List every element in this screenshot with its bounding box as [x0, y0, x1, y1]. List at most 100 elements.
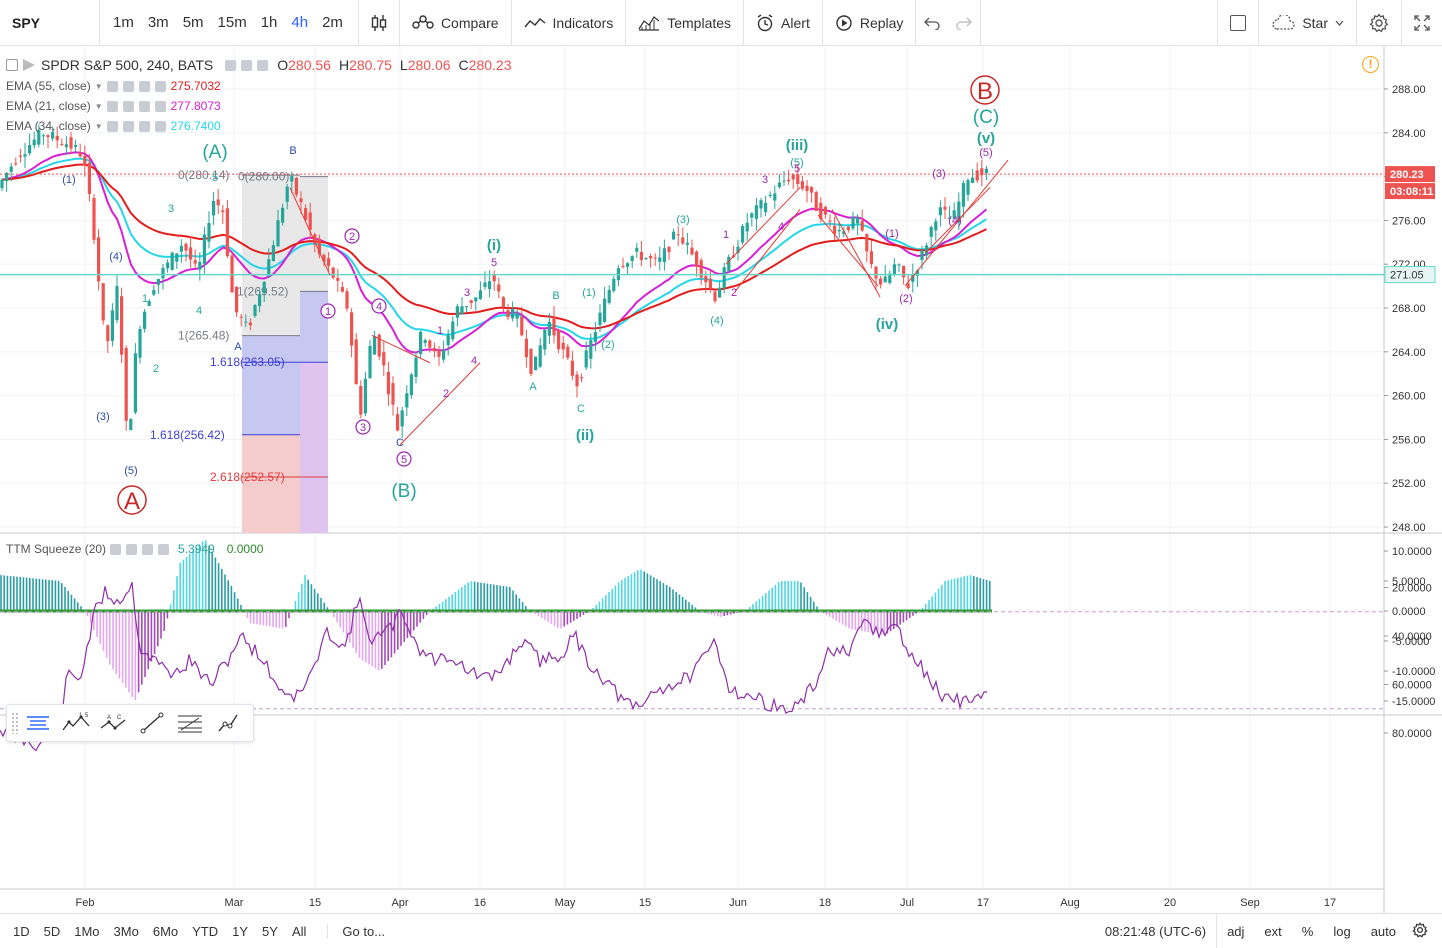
- percent-toggle[interactable]: %: [1292, 924, 1324, 939]
- range-1mo[interactable]: 1Mo: [67, 924, 106, 939]
- replay-button[interactable]: Replay: [823, 0, 917, 46]
- wave-label-small: A: [234, 341, 242, 353]
- gear-icon: [1369, 12, 1389, 32]
- settings-small-icon[interactable]: [122, 80, 134, 92]
- candle-body: [110, 310, 114, 341]
- candle-body: [676, 234, 680, 236]
- study-legend-ema34[interactable]: EMA (34, close) ▼ 276.7400: [6, 119, 221, 133]
- layout-button[interactable]: Star: [1259, 0, 1357, 46]
- candle-body: [943, 206, 947, 210]
- interval-3m[interactable]: 3m: [141, 14, 176, 31]
- warning-icon[interactable]: !: [1362, 56, 1379, 73]
- range-1d[interactable]: 1D: [6, 924, 37, 939]
- candle-body: [524, 338, 528, 358]
- candle-body: [879, 278, 883, 285]
- range-all[interactable]: All: [285, 924, 313, 939]
- favorites-menu-button[interactable]: [19, 705, 57, 741]
- interval-5m[interactable]: 5m: [176, 14, 211, 31]
- candle-body: [667, 246, 671, 253]
- chart-area[interactable]: Feb Mar 15 Apr 16 May 15 Jun 18 Jul 17 Aug 20 Sep 1728…: [0, 46, 1442, 913]
- more-icon[interactable]: [154, 80, 166, 92]
- goto-button[interactable]: Go to...: [327, 923, 385, 939]
- fullscreen-layout-button[interactable]: [1217, 0, 1260, 46]
- chart-style-button[interactable]: [359, 0, 400, 46]
- close-icon[interactable]: [138, 120, 150, 132]
- eye-icon[interactable]: [106, 100, 118, 112]
- elliott-correction-tool[interactable]: AC: [95, 705, 133, 741]
- clock-timezone[interactable]: 08:21:48 (UTC-6): [1095, 913, 1218, 948]
- study-value: 277.8073: [170, 99, 221, 113]
- undo-button[interactable]: [916, 0, 948, 46]
- settings-small-icon[interactable]: [126, 543, 138, 555]
- interval-1h[interactable]: 1h: [254, 14, 285, 31]
- eye-icon[interactable]: [110, 543, 122, 555]
- fib-retracement-tool[interactable]: [171, 705, 209, 741]
- wave-label-small: (4): [948, 215, 961, 227]
- candle-body: [506, 310, 510, 318]
- auto-toggle[interactable]: auto: [1361, 924, 1406, 939]
- collapse-icon[interactable]: [6, 59, 18, 71]
- range-1y[interactable]: 1Y: [225, 924, 255, 939]
- eye-icon[interactable]: [225, 59, 237, 71]
- range-ytd[interactable]: YTD: [185, 924, 225, 939]
- candle-body: [106, 325, 110, 342]
- interval-15m[interactable]: 15m: [211, 14, 254, 31]
- drag-handle[interactable]: [11, 712, 19, 734]
- redo-button[interactable]: [948, 0, 982, 46]
- candle-body: [340, 286, 344, 292]
- compare-button[interactable]: Compare: [400, 0, 512, 46]
- close-icon[interactable]: [142, 543, 154, 555]
- range-3mo[interactable]: 3Mo: [107, 924, 146, 939]
- wave-label-small: 3: [762, 174, 768, 186]
- alert-button[interactable]: Alert: [744, 0, 823, 46]
- compare-label: Compare: [440, 14, 499, 31]
- more-icon[interactable]: [154, 120, 166, 132]
- more-icon[interactable]: [257, 59, 269, 71]
- elliott-impulse-tool[interactable]: 15: [57, 705, 95, 741]
- settings-button[interactable]: [1406, 921, 1442, 941]
- ext-toggle[interactable]: ext: [1254, 924, 1291, 939]
- indicators-button[interactable]: Indicators: [512, 0, 627, 46]
- settings-small-icon[interactable]: [122, 120, 134, 132]
- time-axis-label: 15: [639, 897, 651, 909]
- fib-level-label: 0(280.14): [178, 168, 229, 182]
- range-5d[interactable]: 5D: [37, 924, 68, 939]
- adj-toggle[interactable]: adj: [1217, 924, 1254, 939]
- candle-body: [515, 312, 519, 319]
- candle-body: [846, 226, 850, 231]
- study-legend-ema21[interactable]: EMA (21, close) ▼ 277.8073: [6, 99, 221, 113]
- range-5y[interactable]: 5Y: [255, 924, 285, 939]
- close-icon[interactable]: [138, 80, 150, 92]
- fullscreen-button[interactable]: [1402, 0, 1442, 46]
- candle-body: [552, 316, 556, 336]
- fib-retracement-icon: [178, 715, 202, 733]
- settings-button[interactable]: [1357, 0, 1402, 46]
- log-toggle[interactable]: log: [1323, 924, 1360, 939]
- close-icon[interactable]: [138, 100, 150, 112]
- symbol-search[interactable]: SPY: [0, 0, 100, 46]
- interval-4h[interactable]: 4h: [284, 14, 315, 31]
- symbol-label: SPY: [12, 14, 41, 31]
- candle-body: [373, 336, 377, 355]
- candle-body: [764, 202, 768, 213]
- candle-body: [695, 251, 699, 267]
- more-icon[interactable]: [158, 543, 170, 555]
- settings-small-icon[interactable]: [122, 100, 134, 112]
- trend-line-tool[interactable]: [133, 705, 171, 741]
- study-legend-ema55[interactable]: EMA (55, close) ▼ 275.7032: [6, 79, 221, 93]
- more-icon[interactable]: [154, 100, 166, 112]
- interval-1m[interactable]: 1m: [106, 14, 141, 31]
- cloud-icon: [1272, 14, 1295, 30]
- candle-body: [55, 135, 59, 141]
- ttm-legend[interactable]: TTM Squeeze (20) 5.3949 0.0000: [6, 542, 263, 556]
- interval-2m[interactable]: 2m: [315, 14, 350, 31]
- range-6mo[interactable]: 6Mo: [146, 924, 185, 939]
- candle-body: [635, 247, 639, 252]
- eye-icon[interactable]: [106, 120, 118, 132]
- settings-small-icon[interactable]: [241, 59, 253, 71]
- candle-body: [685, 242, 689, 245]
- eye-icon[interactable]: [106, 80, 118, 92]
- templates-button[interactable]: Templates: [626, 0, 745, 46]
- path-tool[interactable]: [209, 705, 247, 741]
- svg-text:5: 5: [85, 713, 89, 719]
